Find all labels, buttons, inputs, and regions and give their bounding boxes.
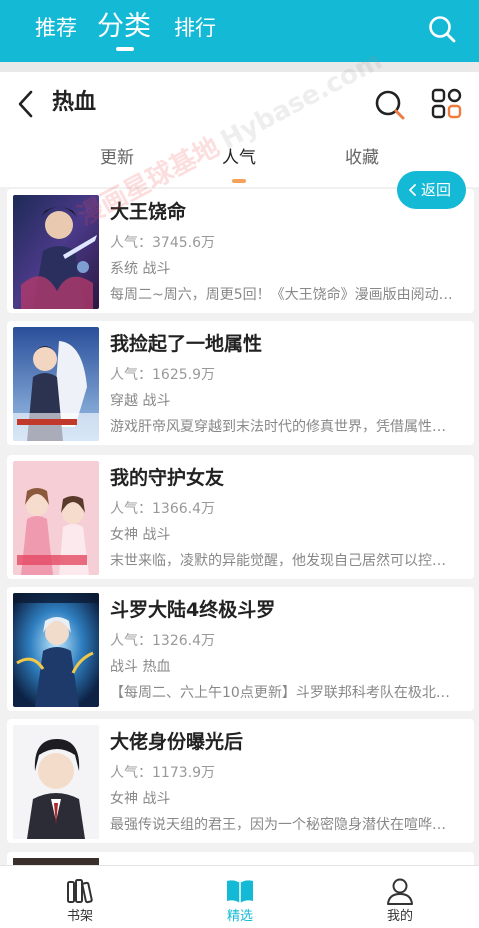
floating-back-button[interactable]: 返回 — [397, 171, 466, 209]
comic-popularity: 人气：1366.4万 — [110, 501, 215, 517]
user-icon — [387, 878, 413, 905]
comic-popularity: 人气：1326.4万 — [110, 633, 215, 649]
comic-list-item[interactable]: 斗罗大陆4终极斗罗 人气：1326.4万 战斗 热血 【每周二、六上午10点更新… — [7, 587, 474, 711]
comic-title: 斗罗大陆4终极斗罗 — [110, 599, 276, 621]
comic-cover — [13, 593, 99, 707]
subtab-popularity[interactable]: 人气 — [222, 147, 256, 169]
back-arrow-icon[interactable] — [14, 89, 38, 119]
nav-label: 书架 — [66, 909, 93, 924]
tab-recommend[interactable]: 推荐 — [35, 15, 77, 41]
subtab-favorites[interactable]: 收藏 — [345, 147, 379, 169]
comic-title: 我捡起了一地属性 — [110, 333, 263, 355]
comic-popularity: 人气：3745.6万 — [110, 235, 215, 251]
bookshelf-icon — [67, 879, 93, 904]
nav-label: 精选 — [226, 909, 253, 924]
comic-description: 【每周二、六上午10点更新】斗罗联邦科考队在极北… — [110, 685, 450, 701]
open-book-icon — [227, 880, 253, 903]
active-tab-indicator — [116, 47, 134, 51]
comic-tags: 系统 战斗 — [110, 261, 171, 277]
comic-title: 大佬身份曝光后 — [110, 731, 244, 753]
search-icon[interactable] — [427, 14, 457, 44]
comic-list-item[interactable]: 我捡起了一地属性 人气：1625.9万 穿越 战斗 游戏肝帝风夏穿越到末法时代的… — [7, 321, 474, 445]
tab-category[interactable]: 分类 — [97, 10, 151, 44]
comic-tags: 女神 战斗 — [110, 791, 171, 807]
comic-cover — [13, 461, 99, 575]
grid-menu-icon[interactable] — [430, 87, 464, 121]
active-subtab-indicator — [232, 179, 246, 183]
nav-profile[interactable]: 我的 — [355, 866, 445, 928]
back-button-label: 返回 — [421, 181, 452, 199]
comic-popularity: 人气：1625.9万 — [110, 367, 215, 383]
comic-popularity: 人气：1173.9万 — [110, 765, 215, 781]
comic-cover — [13, 725, 99, 839]
comic-title: 我的守护女友 — [110, 467, 225, 489]
nav-bookshelf[interactable]: 书架 — [35, 866, 125, 928]
comic-description: 游戏肝帝风夏穿越到末法时代的修真世界，凭借属性… — [110, 419, 446, 435]
nav-label: 我的 — [386, 909, 413, 924]
bottom-nav-bar: 书架 精选 我的 — [0, 865, 479, 928]
comic-description: 末世来临，凌默的异能觉醒，他发现自己居然可以控… — [110, 553, 446, 569]
comic-list-item[interactable]: 大王饶命 人气：3745.6万 系统 战斗 每周二~周六，周更5回！《大王饶命》… — [7, 189, 474, 313]
comic-tags: 女神 战斗 — [110, 527, 171, 543]
search-icon[interactable] — [373, 88, 407, 122]
comic-cover — [13, 195, 99, 309]
divider — [0, 62, 479, 72]
comic-list-item[interactable]: 我的守护女友 人气：1366.4万 女神 战斗 末世来临，凌默的异能觉醒，他发现… — [7, 455, 474, 579]
comic-title: 大王饶命 — [110, 201, 187, 223]
comic-tags: 穿越 战斗 — [110, 393, 171, 409]
subtab-update[interactable]: 更新 — [100, 147, 134, 169]
comic-description: 最强传说天组的君王，因为一个秘密隐身潜伏在喧哗… — [110, 817, 446, 833]
category-header: 热血 更新 人气 收藏 — [0, 72, 479, 187]
tab-ranking[interactable]: 排行 — [174, 15, 216, 41]
page-title: 热血 — [52, 90, 97, 115]
chevron-left-icon — [409, 184, 416, 196]
comic-description: 每周二~周六，周更5回！《大王饶命》漫画版由阅动… — [110, 287, 453, 303]
comic-tags: 战斗 热血 — [110, 659, 171, 675]
comic-list-item[interactable]: 大佬身份曝光后 人气：1173.9万 女神 战斗 最强传说天组的君王，因为一个秘… — [7, 719, 474, 843]
comic-cover — [13, 327, 99, 441]
top-nav-bar: 推荐 分类 排行 — [0, 0, 479, 62]
nav-featured[interactable]: 精选 — [195, 866, 285, 928]
